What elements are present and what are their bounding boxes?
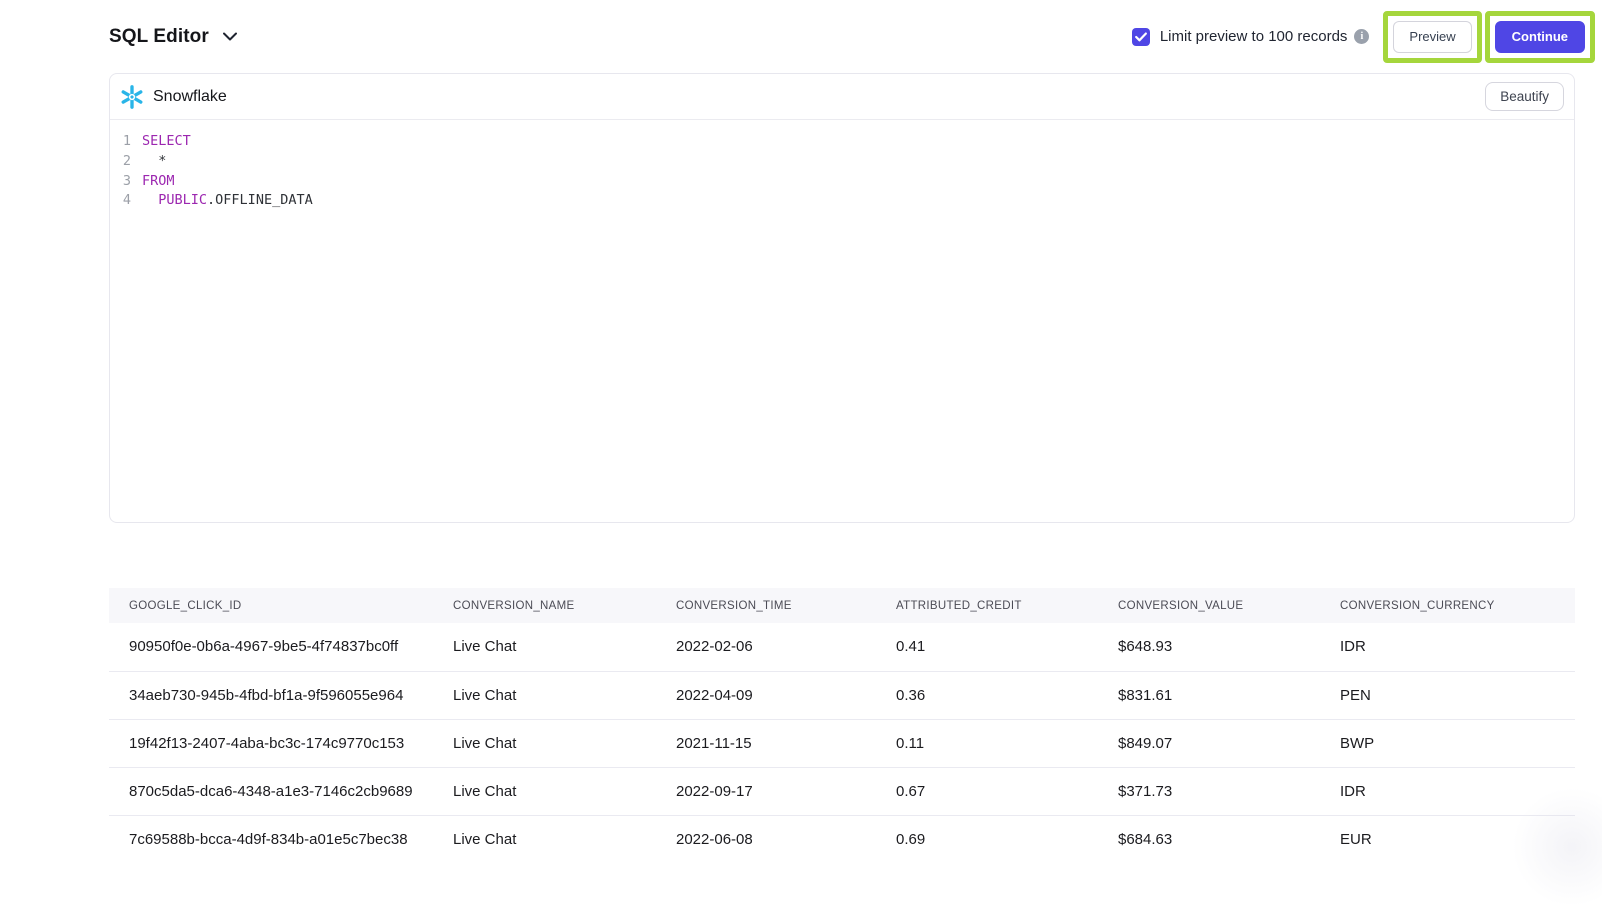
cell-conversion-name: Live Chat xyxy=(433,623,656,671)
code-text: SELECT xyxy=(142,132,191,152)
cell-conversion-time: 2022-02-06 xyxy=(656,623,876,671)
cell-conversion-currency: PEN xyxy=(1320,671,1575,719)
code-line: 2 * xyxy=(110,152,1574,172)
cell-conversion-name: Live Chat xyxy=(433,719,656,767)
column-header: CONVERSION_VALUE xyxy=(1098,588,1320,623)
cell-conversion-value: $684.63 xyxy=(1098,815,1320,863)
limit-preview-label: Limit preview to 100 records xyxy=(1160,28,1348,45)
cell-conversion-currency: IDR xyxy=(1320,623,1575,671)
cell-google-click-id: 90950f0e-0b6a-4967-9be5-4f74837bc0ff xyxy=(109,623,433,671)
continue-button[interactable]: Continue xyxy=(1495,21,1585,53)
column-header: CONVERSION_NAME xyxy=(433,588,656,623)
cell-conversion-currency: BWP xyxy=(1320,719,1575,767)
editor-panel-header: Snowflake Beautify xyxy=(110,74,1574,120)
results-table: GOOGLE_CLICK_ID CONVERSION_NAME CONVERSI… xyxy=(109,588,1575,863)
line-number: 4 xyxy=(110,191,142,211)
table-row: 870c5da5-dca6-4348-a1e3-7146c2cb9689 Liv… xyxy=(109,767,1575,815)
table-header-row: GOOGLE_CLICK_ID CONVERSION_NAME CONVERSI… xyxy=(109,588,1575,623)
code-text: * xyxy=(142,152,166,172)
annotation-box-preview: Preview xyxy=(1383,11,1481,63)
cell-attributed-credit: 0.67 xyxy=(876,767,1098,815)
table-row: 19f42f13-2407-4aba-bc3c-174c9770c153 Liv… xyxy=(109,719,1575,767)
cell-conversion-time: 2022-06-08 xyxy=(656,815,876,863)
cell-conversion-value: $648.93 xyxy=(1098,623,1320,671)
line-number: 1 xyxy=(110,132,142,152)
snowflake-logo-icon xyxy=(119,84,145,110)
table-row: 7c69588b-bcca-4d9f-834b-a01e5c7bec38 Liv… xyxy=(109,815,1575,863)
sql-editor-title-dropdown[interactable]: SQL Editor xyxy=(109,26,237,48)
cell-conversion-name: Live Chat xyxy=(433,815,656,863)
line-number: 3 xyxy=(110,172,142,192)
table-row: 34aeb730-945b-4fbd-bf1a-9f596055e964 Liv… xyxy=(109,671,1575,719)
cell-google-click-id: 7c69588b-bcca-4d9f-834b-a01e5c7bec38 xyxy=(109,815,433,863)
cell-google-click-id: 34aeb730-945b-4fbd-bf1a-9f596055e964 xyxy=(109,671,433,719)
code-text: FROM xyxy=(142,172,175,192)
cell-conversion-time: 2021-11-15 xyxy=(656,719,876,767)
cell-attributed-credit: 0.41 xyxy=(876,623,1098,671)
cell-attributed-credit: 0.36 xyxy=(876,671,1098,719)
toolbar-controls: Limit preview to 100 records i Preview C… xyxy=(1132,11,1585,63)
cell-conversion-name: Live Chat xyxy=(433,671,656,719)
info-icon[interactable]: i xyxy=(1354,29,1369,44)
cell-conversion-name: Live Chat xyxy=(433,767,656,815)
code-line: 4 PUBLIC.OFFLINE_DATA xyxy=(110,191,1574,211)
page-title: SQL Editor xyxy=(109,26,209,48)
sql-editor-panel: Snowflake Beautify 1 SELECT 2 * 3 FROM 4… xyxy=(109,73,1575,523)
preview-button[interactable]: Preview xyxy=(1393,21,1471,53)
beautify-button[interactable]: Beautify xyxy=(1485,82,1564,111)
column-header: CONVERSION_CURRENCY xyxy=(1320,588,1575,623)
code-text: PUBLIC.OFFLINE_DATA xyxy=(142,191,313,211)
cell-google-click-id: 870c5da5-dca6-4348-a1e3-7146c2cb9689 xyxy=(109,767,433,815)
cell-attributed-credit: 0.69 xyxy=(876,815,1098,863)
limit-preview-checkbox-row[interactable]: Limit preview to 100 records xyxy=(1132,28,1348,46)
cell-conversion-value: $849.07 xyxy=(1098,719,1320,767)
source-name: Snowflake xyxy=(153,88,227,106)
column-header: CONVERSION_TIME xyxy=(656,588,876,623)
cell-conversion-time: 2022-09-17 xyxy=(656,767,876,815)
cell-attributed-credit: 0.11 xyxy=(876,719,1098,767)
line-number: 2 xyxy=(110,152,142,172)
cell-conversion-value: $831.61 xyxy=(1098,671,1320,719)
annotation-box-continue: Continue xyxy=(1485,11,1595,63)
chevron-down-icon xyxy=(223,32,237,41)
top-bar: SQL Editor Limit preview to 100 records … xyxy=(109,0,1585,73)
sql-code-editor[interactable]: 1 SELECT 2 * 3 FROM 4 PUBLIC.OFFLINE_DAT… xyxy=(110,120,1574,522)
column-header: GOOGLE_CLICK_ID xyxy=(109,588,433,623)
table-row: 90950f0e-0b6a-4967-9be5-4f74837bc0ff Liv… xyxy=(109,623,1575,671)
cell-conversion-value: $371.73 xyxy=(1098,767,1320,815)
code-line: 3 FROM xyxy=(110,172,1574,192)
cell-conversion-currency: EUR xyxy=(1320,815,1575,863)
cell-conversion-time: 2022-04-09 xyxy=(656,671,876,719)
cell-google-click-id: 19f42f13-2407-4aba-bc3c-174c9770c153 xyxy=(109,719,433,767)
code-line: 1 SELECT xyxy=(110,132,1574,152)
cell-conversion-currency: IDR xyxy=(1320,767,1575,815)
limit-preview-checkbox[interactable] xyxy=(1132,28,1150,46)
column-header: ATTRIBUTED_CREDIT xyxy=(876,588,1098,623)
